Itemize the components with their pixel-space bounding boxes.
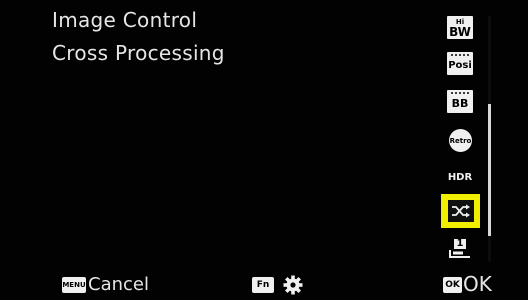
hdr-label: HDR — [447, 171, 473, 183]
fn-button-badge[interactable]: Fn — [252, 277, 274, 293]
menu-button-badge[interactable]: MENU — [62, 277, 86, 293]
scrollbar-thumb[interactable] — [488, 104, 491, 236]
shuffle-icon — [447, 200, 474, 222]
user-1-icon[interactable]: 1 — [448, 237, 472, 261]
fn-badge-label: Fn — [256, 280, 270, 290]
posi-icon[interactable]: Posi — [447, 52, 473, 75]
hdr-icon[interactable]: HDR — [447, 166, 473, 188]
retro-icon[interactable]: Retro — [449, 129, 472, 152]
image-control-screen: Image Control Cross Processing Hi BW Pos… — [0, 0, 528, 300]
selected-mode-label: Cross Processing — [52, 41, 225, 65]
bb-label: BB — [451, 96, 469, 110]
gear-icon[interactable] — [283, 275, 303, 295]
user-1-number: 1 — [454, 239, 466, 249]
bb-icon[interactable]: BB — [447, 90, 473, 113]
retro-label: Retro — [449, 136, 472, 145]
cross-processing-icon[interactable] — [441, 194, 480, 228]
hi-bw-icon[interactable]: Hi BW — [447, 16, 473, 39]
user-bracket-icon — [449, 250, 470, 258]
ok-badge-label: OK — [445, 280, 460, 290]
shuffle-arrows-icon — [451, 204, 470, 218]
hi-bw-label: BW — [449, 24, 471, 39]
ok-button[interactable]: OK — [463, 272, 492, 296]
posi-label: Posi — [448, 59, 472, 71]
menu-badge-label: MENU — [62, 281, 86, 289]
ok-button-badge[interactable]: OK — [443, 277, 462, 293]
cancel-button[interactable]: Cancel — [88, 274, 149, 295]
page-title: Image Control — [52, 8, 198, 32]
